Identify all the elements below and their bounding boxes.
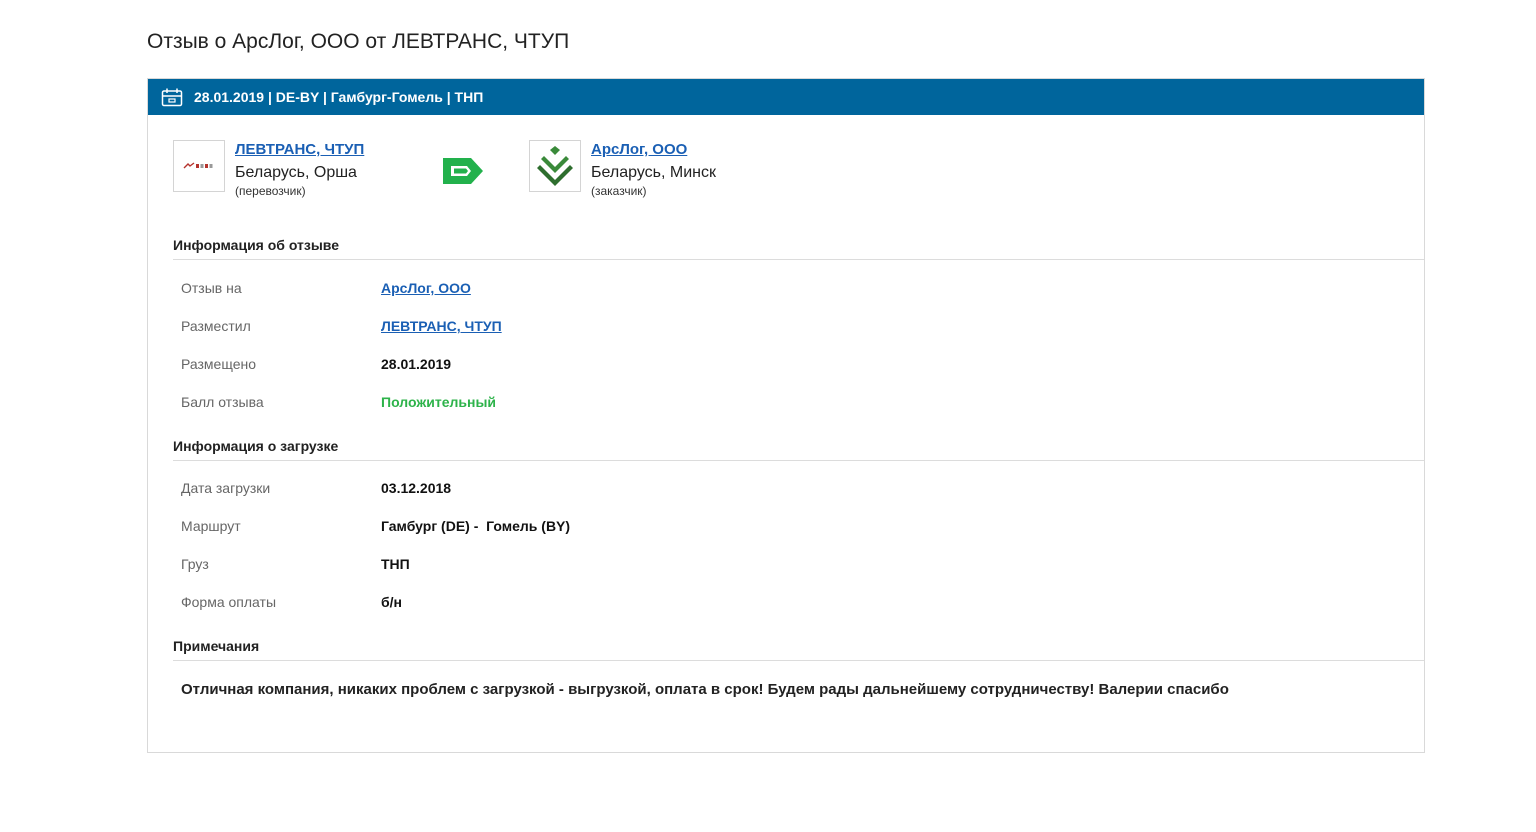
review-card: 28.01.2019 | DE-BY | Гамбург-Гомель | ТН… <box>147 78 1425 753</box>
review-header: 28.01.2019 | DE-BY | Гамбург-Гомель | ТН… <box>148 79 1424 115</box>
carrier-logo[interactable] <box>173 140 225 192</box>
review-info-section: Информация об отзыве Отзыв на АрсЛог, ОО… <box>148 237 1424 421</box>
parties: ЛЕВТРАНС, ЧТУП Беларусь, Орша (перевозчи… <box>148 115 1424 235</box>
notes-section: Примечания Отличная компания, никаких пр… <box>148 638 1424 698</box>
posted-by-label: Разместил <box>181 318 251 334</box>
review-on-label: Отзыв на <box>181 280 242 296</box>
carrier-role: (перевозчик) <box>235 184 306 198</box>
carrier-info: ЛЕВТРАНС, ЧТУП Беларусь, Орша (перевозчи… <box>235 140 364 197</box>
cargo-label: Груз <box>181 556 209 572</box>
payment-form-label: Форма оплаты <box>181 594 277 610</box>
customer-info: АрсЛог, ООО Беларусь, Минск (заказчик) <box>591 140 716 197</box>
payment-form-value: б/н <box>381 594 402 610</box>
route-value: Гамбург (DE) - Гомель (BY) <box>381 518 571 534</box>
cargo-value: ТНП <box>381 556 410 572</box>
cargo-row: Груз ТНП <box>181 545 1424 583</box>
notes-title: Примечания <box>173 638 260 654</box>
posted-by-row: Разместил ЛЕВТРАНС, ЧТУП <box>181 307 1424 345</box>
review-score-value: Положительный <box>381 394 497 410</box>
carrier-name-link[interactable]: ЛЕВТРАНС, ЧТУП <box>235 142 364 157</box>
arrow-right-icon <box>443 158 483 189</box>
notes-text: Отличная компания, никаких проблем с заг… <box>181 681 1229 698</box>
route-label: Маршрут <box>181 518 241 534</box>
review-header-summary: 28.01.2019 | DE-BY | Гамбург-Гомель | ТН… <box>194 89 484 105</box>
customer-logo[interactable] <box>529 140 581 192</box>
load-date-value: 03.12.2018 <box>381 480 452 496</box>
posted-date-value: 28.01.2019 <box>381 356 452 372</box>
calendar-icon <box>161 87 183 107</box>
review-info-title: Информация об отзыве <box>173 237 340 253</box>
load-info-section: Информация о загрузке Дата загрузки 03.1… <box>148 438 1424 621</box>
load-date-label: Дата загрузки <box>181 480 271 496</box>
customer-location: Беларусь, Минск <box>591 164 716 181</box>
load-info-title: Информация о загрузке <box>173 438 339 454</box>
customer-name-link[interactable]: АрсЛог, ООО <box>591 142 716 157</box>
load-date-row: Дата загрузки 03.12.2018 <box>181 469 1424 507</box>
page-title: Отзыв о АрсЛог, ООО от ЛЕВТРАНС, ЧТУП <box>147 30 570 53</box>
posted-date-label: Размещено <box>181 356 256 372</box>
review-on-link[interactable]: АрсЛог, ООО <box>381 280 471 296</box>
carrier-party: ЛЕВТРАНС, ЧТУП Беларусь, Орша (перевозчи… <box>173 140 364 197</box>
review-info-table: Отзыв на АрсЛог, ООО Разместил ЛЕВТРАНС,… <box>181 260 1424 421</box>
review-on-row: Отзыв на АрсЛог, ООО <box>181 269 1424 307</box>
review-score-row: Балл отзыва Положительный <box>181 383 1424 421</box>
review-score-label: Балл отзыва <box>181 394 264 410</box>
load-info-table: Дата загрузки 03.12.2018 Маршрут Гамбург… <box>181 461 1424 621</box>
posted-by-link[interactable]: ЛЕВТРАНС, ЧТУП <box>381 318 502 334</box>
posted-date-row: Размещено 28.01.2019 <box>181 345 1424 383</box>
route-row: Маршрут Гамбург (DE) - Гомель (BY) <box>181 507 1424 545</box>
customer-party: АрсЛог, ООО Беларусь, Минск (заказчик) <box>529 140 716 197</box>
payment-form-row: Форма оплаты б/н <box>181 583 1424 621</box>
customer-role: (заказчик) <box>591 184 647 198</box>
carrier-location: Беларусь, Орша <box>235 164 357 181</box>
